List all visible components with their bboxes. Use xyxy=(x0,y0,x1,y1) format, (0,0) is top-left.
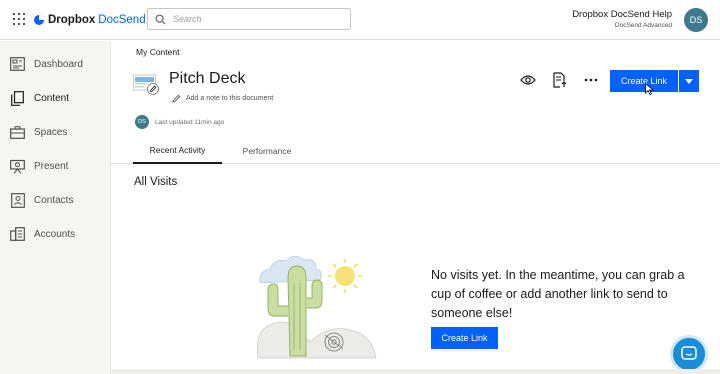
help-title: Dropbox DocSend Help xyxy=(572,9,672,20)
last-updated-text: Last updated 11min ago xyxy=(155,118,225,126)
sidebar-item-contacts[interactable]: Contacts xyxy=(0,187,111,213)
dashboard-icon xyxy=(10,57,25,72)
create-link-button[interactable]: Create Link xyxy=(610,70,678,92)
eye-icon xyxy=(520,75,536,85)
sidebar-item-label: Contacts xyxy=(34,194,74,206)
brand-product: DocSend xyxy=(98,14,146,26)
content-icon xyxy=(10,90,25,106)
more-options-button[interactable] xyxy=(583,72,599,88)
tab-bar: Recent Activity Performance xyxy=(111,138,720,164)
spaces-icon xyxy=(10,125,25,140)
present-icon xyxy=(10,159,25,174)
sidebar-item-present[interactable]: Present xyxy=(0,153,111,179)
sidebar-item-spaces[interactable]: Spaces xyxy=(0,119,111,145)
search-icon xyxy=(155,13,166,25)
plan-name: DocSend Advanced xyxy=(614,22,672,29)
sidebar-item-label: Dashboard xyxy=(34,58,83,70)
section-title: All Visits xyxy=(134,176,178,188)
sidebar-item-label: Accounts xyxy=(34,228,76,240)
add-note-link[interactable]: Add a note to this document xyxy=(172,94,273,103)
add-note-label: Add a note to this document xyxy=(186,95,274,102)
empty-state-message: No visits yet. In the meantime, you can … xyxy=(431,268,685,320)
caret-down-icon xyxy=(685,78,693,84)
dropbox-logo-icon xyxy=(34,15,44,25)
pencil-icon xyxy=(172,94,181,103)
update-file-button[interactable] xyxy=(552,72,568,88)
sidebar-item-content[interactable]: Content xyxy=(0,85,111,111)
bottom-scroll-track xyxy=(111,369,720,374)
create-link-dropdown-button[interactable] xyxy=(679,70,699,92)
sidebar-item-dashboard[interactable]: Dashboard xyxy=(0,51,111,77)
updater-avatar: DS xyxy=(135,115,149,129)
chat-bubble-icon xyxy=(681,346,697,360)
desert-cactus-illustration xyxy=(256,255,377,359)
search-box[interactable] xyxy=(147,8,351,30)
document-thumbnail[interactable] xyxy=(133,72,159,95)
top-bar: Dropbox DocSend Dropbox DocSend Help Doc… xyxy=(0,0,720,40)
preview-button[interactable] xyxy=(520,72,536,88)
sidebar-item-label: Content xyxy=(34,92,70,104)
sidebar-item-accounts[interactable]: Accounts xyxy=(0,221,111,247)
breadcrumb[interactable]: My Content xyxy=(136,47,179,57)
document-upload-icon xyxy=(553,72,567,88)
tab-performance[interactable]: Performance xyxy=(231,138,303,164)
contacts-icon xyxy=(10,192,25,208)
more-dots-icon xyxy=(584,78,598,82)
tab-recent-activity[interactable]: Recent Activity xyxy=(133,138,222,164)
empty-state-create-link-button[interactable]: Create Link xyxy=(431,327,498,349)
accounts-icon xyxy=(10,227,25,242)
last-updated-row: DS Last updated 11min ago xyxy=(135,115,224,129)
chat-support-button[interactable] xyxy=(670,335,708,373)
avatar[interactable]: DS xyxy=(684,8,708,32)
apps-grid-icon[interactable] xyxy=(13,13,25,25)
page-title: Pitch Deck xyxy=(169,70,246,87)
brand-name: Dropbox xyxy=(48,14,96,26)
sidebar-item-label: Present xyxy=(34,160,69,172)
brand-logo[interactable]: Dropbox DocSend xyxy=(34,12,146,28)
help-menu[interactable]: Dropbox DocSend Help DocSend Advanced xyxy=(572,9,672,29)
sidebar-item-label: Spaces xyxy=(34,126,68,138)
search-input[interactable] xyxy=(173,14,343,24)
sidebar: Dashboard Content Spaces Present Contact… xyxy=(0,41,111,374)
mouse-cursor-icon xyxy=(645,83,654,95)
